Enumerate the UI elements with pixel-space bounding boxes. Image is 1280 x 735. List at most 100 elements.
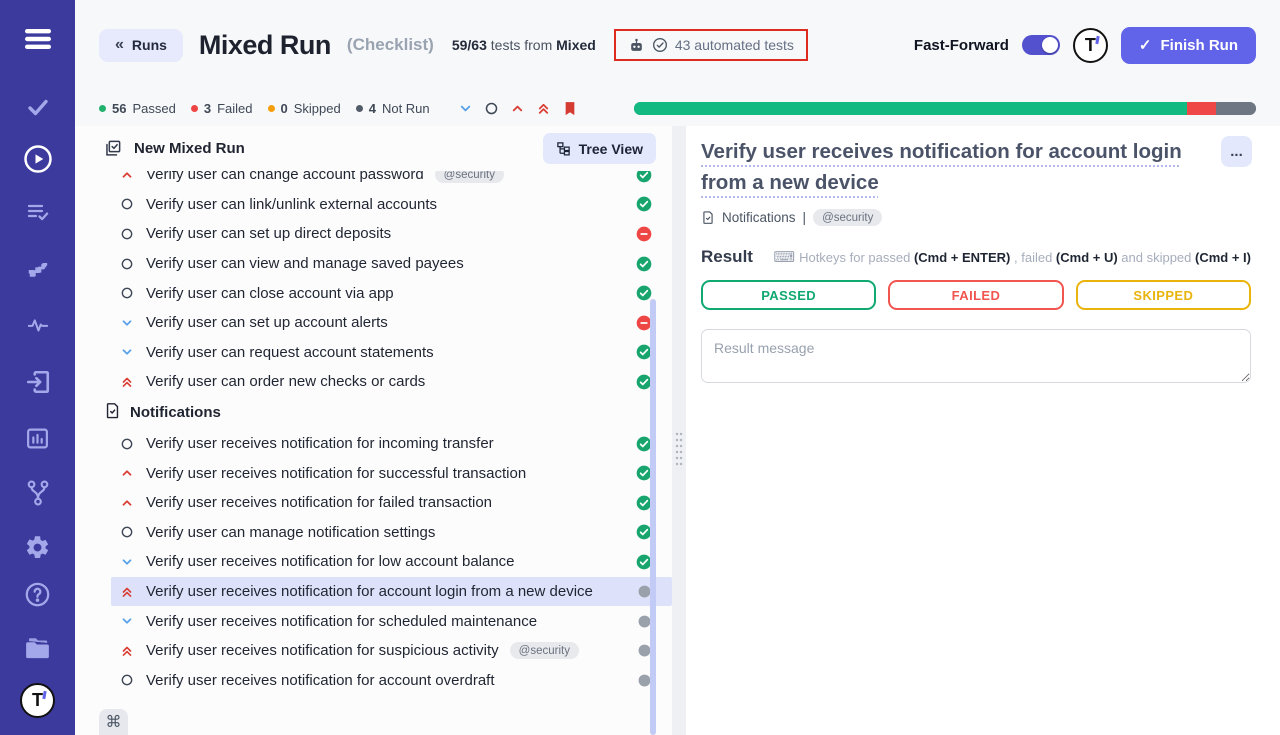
steps-icon[interactable]	[21, 253, 55, 283]
priority-high-icon	[118, 496, 135, 510]
check-icon: ✓	[1139, 36, 1152, 54]
status-passed-icon	[636, 285, 652, 301]
status-passed-icon	[636, 171, 652, 183]
priority-normal-icon	[118, 437, 135, 451]
test-row[interactable]: Verify user can manage notification sett…	[111, 518, 672, 548]
circle-check-icon	[652, 37, 668, 53]
suite-document-icon	[701, 210, 715, 225]
more-options-button[interactable]: ...	[1221, 136, 1252, 167]
panel-resize-divider[interactable]	[672, 126, 686, 735]
test-row[interactable]: Verify user can set up direct deposits	[111, 219, 672, 249]
priority-low-icon	[118, 555, 135, 569]
result-message-input[interactable]	[701, 329, 1251, 383]
progress-segment-not_run	[1216, 102, 1256, 115]
test-row[interactable]: Verify user can link/unlink external acc…	[111, 190, 672, 220]
pulse-icon[interactable]	[21, 310, 55, 340]
suite-name: Notifications	[722, 210, 796, 225]
suite-section-row[interactable]: Notifications	[75, 397, 672, 429]
sidebar: T	[0, 0, 75, 735]
check-icon[interactable]	[21, 92, 55, 122]
automated-tests-label: 43 automated tests	[675, 37, 794, 53]
progress-segment-passed	[634, 102, 1187, 115]
branch-icon[interactable]	[21, 478, 55, 508]
test-row[interactable]: Verify user receives notification for su…	[111, 458, 672, 488]
page-title: Mixed Run	[199, 30, 331, 61]
projects-folder-icon[interactable]	[21, 633, 55, 663]
fast-forward-label: Fast-Forward	[914, 37, 1009, 54]
passed-button[interactable]: PASSED	[701, 280, 876, 310]
back-to-runs-label: Runs	[132, 37, 167, 53]
priority-low-filter-icon[interactable]	[458, 101, 473, 116]
priority-high-icon	[118, 466, 135, 480]
status-passed-icon	[636, 256, 652, 272]
test-row[interactable]: Verify user can view and manage saved pa…	[111, 249, 672, 279]
test-row[interactable]: Verify user receives notification for su…	[111, 636, 672, 666]
double-chevron-left-icon: «	[115, 36, 124, 54]
priority-highest-filter-icon[interactable]	[536, 101, 551, 116]
hotkeys-hint: ⌨Hotkeys for passed (Cmd + ENTER) , fail…	[773, 248, 1251, 266]
automated-tests-badge: 43 automated tests	[614, 29, 808, 61]
header-logo[interactable]: T	[1073, 28, 1108, 63]
priority-low-icon	[118, 345, 135, 359]
tree-view-button[interactable]: Tree View	[543, 133, 656, 164]
failed-button[interactable]: FAILED	[888, 280, 1063, 310]
tag-badge: @security	[510, 642, 579, 659]
status-bar: 56Passed 3Failed 0Skipped 4Not Run	[75, 90, 1280, 126]
help-icon[interactable]	[21, 579, 55, 609]
keyboard-icon: ⌨	[773, 249, 795, 266]
drag-grip	[675, 431, 683, 469]
gear-icon[interactable]	[21, 532, 55, 562]
priority-normal-filter-icon[interactable]	[484, 101, 499, 116]
passed-count: 56Passed	[99, 101, 176, 116]
test-row[interactable]: Verify user receives notification for fa…	[111, 488, 672, 518]
priority-high-icon	[118, 171, 135, 182]
back-to-runs-button[interactable]: « Runs	[99, 29, 183, 62]
priority-normal-icon	[118, 197, 135, 211]
priority-high-filter-icon[interactable]	[510, 101, 525, 116]
robot-icon	[628, 38, 645, 53]
meta-separator: |	[803, 210, 807, 225]
import-icon[interactable]	[21, 367, 55, 397]
test-row[interactable]: Verify user receives notification for ac…	[111, 577, 672, 607]
play-circle-icon[interactable]	[21, 144, 55, 174]
priority-normal-icon	[118, 227, 135, 241]
bookmark-filter-icon[interactable]	[562, 100, 578, 117]
priority-normal-icon	[118, 673, 135, 687]
priority-low-icon	[118, 614, 135, 628]
test-row[interactable]: Verify user receives notification for ac…	[111, 666, 672, 696]
test-detail-panel: Verify user receives notification for ac…	[686, 126, 1280, 735]
test-row[interactable]: Verify user receives notification for in…	[111, 429, 672, 459]
test-row[interactable]: Verify user can change account password@…	[111, 171, 672, 190]
test-row[interactable]: Verify user can order new checks or card…	[111, 367, 672, 397]
testomat-logo[interactable]: T	[21, 681, 55, 719]
result-heading: Result	[701, 247, 753, 267]
report-chart-icon[interactable]	[21, 423, 55, 453]
priority-normal-icon	[118, 257, 135, 271]
test-row[interactable]: Verify user can close account via app	[111, 278, 672, 308]
menu-icon[interactable]	[21, 24, 55, 54]
skipped-count: 0Skipped	[268, 101, 341, 116]
fast-forward-toggle[interactable]	[1022, 35, 1060, 55]
test-meta: Notifications | @security	[701, 209, 1251, 226]
skipped-button[interactable]: SKIPPED	[1076, 280, 1251, 310]
run-checklist-icon	[103, 139, 122, 158]
command-palette-button[interactable]: ⌘	[99, 709, 128, 735]
test-row[interactable]: Verify user receives notification for lo…	[111, 547, 672, 577]
priority-normal-icon	[118, 525, 135, 539]
notrun-count: 4Not Run	[356, 101, 430, 116]
checklist-icon[interactable]	[21, 197, 55, 227]
run-list-title: New Mixed Run	[134, 140, 245, 157]
suite-document-icon	[104, 402, 121, 424]
test-row[interactable]: Verify user can set up account alerts	[111, 308, 672, 338]
test-row[interactable]: Verify user can request account statemen…	[111, 338, 672, 368]
tests-count-info: 59/63 tests from Mixed	[452, 37, 596, 53]
finish-run-button[interactable]: ✓ Finish Run	[1121, 27, 1256, 64]
page-subtitle: (Checklist)	[347, 35, 434, 55]
priority-highest-icon	[118, 375, 135, 389]
list-scrollbar[interactable]	[650, 299, 656, 735]
priority-highest-icon	[118, 585, 135, 599]
test-list-panel: New Mixed Run Tree View Verify user can …	[75, 126, 672, 735]
test-row[interactable]: Verify user receives notification for sc…	[111, 606, 672, 636]
tree-structure-icon	[556, 141, 571, 156]
status-failed-icon	[636, 226, 652, 242]
